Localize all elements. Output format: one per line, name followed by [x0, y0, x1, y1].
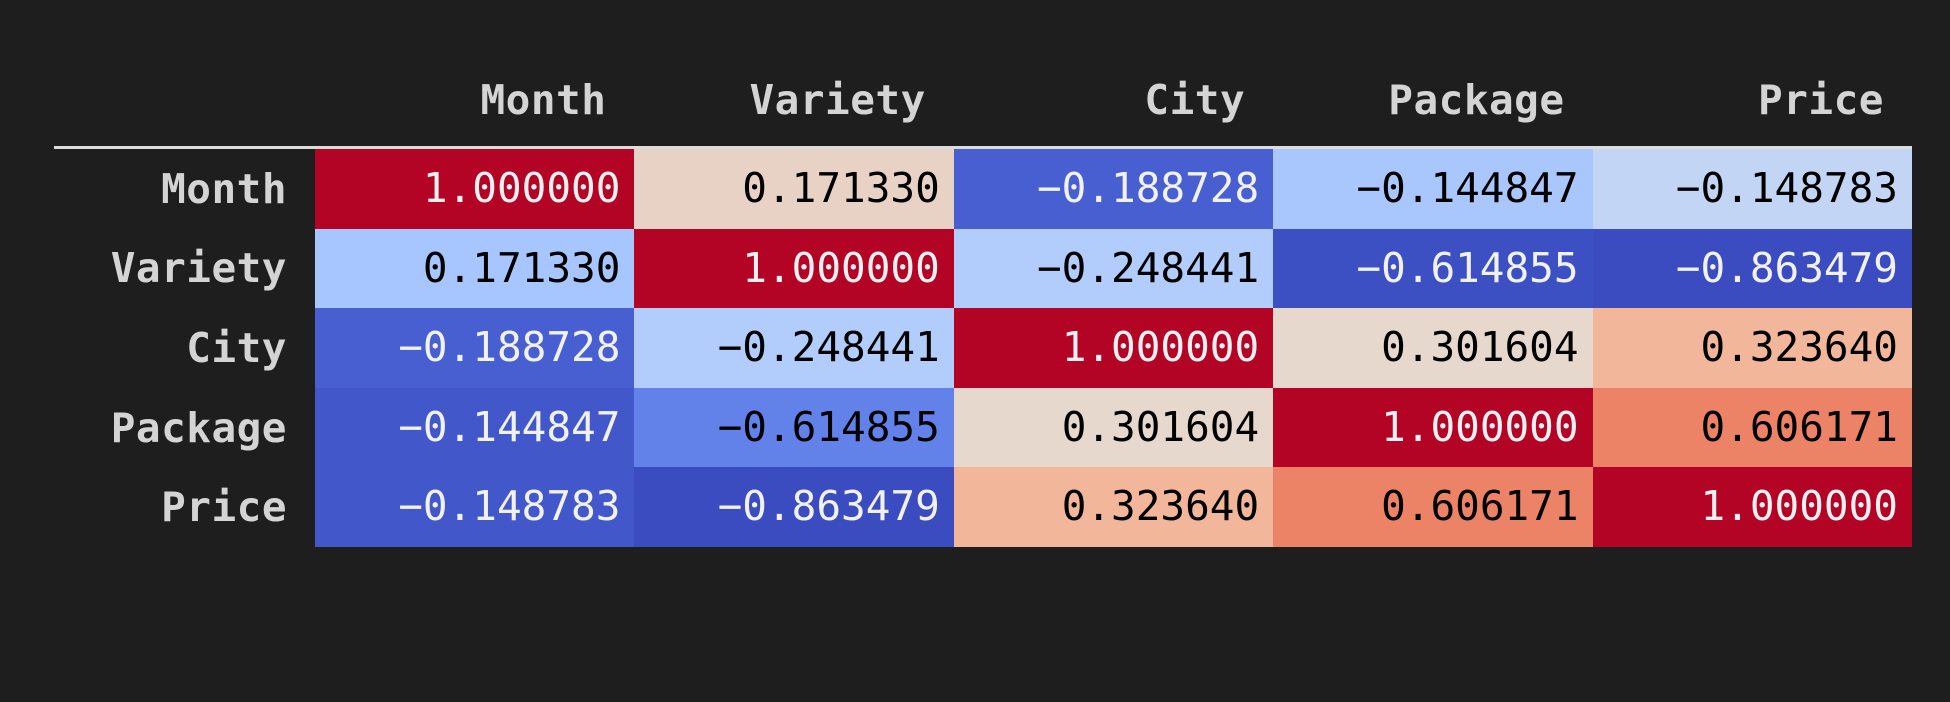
- corr-cell-package-package: 1.000000: [1273, 387, 1593, 468]
- corr-cell-month-variety: 0.171330: [634, 147, 954, 229]
- table-header: Month Variety City Package Price: [54, 26, 1912, 148]
- corr-cell-variety-month: 0.171330: [315, 228, 635, 309]
- column-header-row: Month Variety City Package Price: [54, 26, 1912, 148]
- corr-cell-city-package: 0.301604: [1273, 308, 1593, 388]
- corr-cell-package-variety: −0.614855: [634, 387, 954, 468]
- column-header-price: Price: [1592, 26, 1912, 148]
- column-header-package: Package: [1273, 26, 1593, 148]
- corr-cell-city-month: −0.188728: [315, 308, 635, 388]
- table-row: Price −0.148783 −0.863479 0.323640 0.606171 1…: [54, 467, 1912, 547]
- corr-cell-variety-variety: 1.000000: [634, 228, 954, 309]
- corr-cell-price-price: 1.000000: [1592, 467, 1912, 547]
- corr-cell-month-month: 1.000000: [315, 147, 635, 229]
- corr-cell-package-price: 0.606171: [1592, 387, 1912, 468]
- correlation-matrix-figure: Month Variety City Package Price Month 1.…: [0, 0, 1950, 702]
- corr-cell-variety-package: −0.614855: [1273, 228, 1593, 309]
- table-row: Month 1.000000 0.171330 −0.188728 −0.144847−…: [54, 147, 1912, 229]
- corr-cell-price-city: 0.323640: [953, 467, 1274, 547]
- table-body: Month 1.000000 0.171330 −0.188728 −0.144847−…: [54, 147, 1912, 547]
- corr-cell-month-city: −0.188728: [953, 147, 1274, 229]
- corr-cell-city-variety: −0.248441: [634, 308, 954, 388]
- row-header-variety: Variety: [54, 228, 315, 309]
- row-header-city: City: [54, 308, 315, 388]
- corr-cell-city-price: 0.323640: [1592, 308, 1912, 388]
- table-row: City −0.188728 −0.248441 1.000000 0.301604 0.…: [54, 308, 1912, 388]
- row-header-month: Month: [54, 147, 315, 229]
- corr-cell-variety-price: −0.863479: [1592, 228, 1912, 309]
- corr-cell-package-month: −0.144847: [315, 387, 635, 468]
- corr-cell-package-city: 0.301604: [953, 387, 1274, 468]
- table-row: Package −0.144847 −0.614855 0.301604 1.00000…: [54, 387, 1912, 468]
- table-row: Variety 0.171330 1.000000 −0.248441 −0.61485…: [54, 228, 1912, 309]
- row-header-price: Price: [54, 467, 315, 547]
- corr-cell-month-price: −0.148783: [1592, 147, 1912, 229]
- corr-cell-price-package: 0.606171: [1273, 467, 1593, 547]
- column-header-variety: Variety: [634, 26, 954, 148]
- corr-cell-price-variety: −0.863479: [634, 467, 954, 547]
- table-corner-cell: [54, 26, 315, 148]
- corr-cell-variety-city: −0.248441: [953, 228, 1274, 309]
- row-header-package: Package: [54, 387, 315, 468]
- corr-cell-month-package: −0.144847: [1273, 147, 1593, 229]
- corr-cell-price-month: −0.148783: [315, 467, 635, 547]
- correlation-matrix-table: Month Variety City Package Price Month 1.…: [54, 26, 1912, 547]
- column-header-city: City: [953, 26, 1274, 148]
- column-header-month: Month: [315, 26, 635, 148]
- corr-cell-city-city: 1.000000: [953, 308, 1274, 388]
